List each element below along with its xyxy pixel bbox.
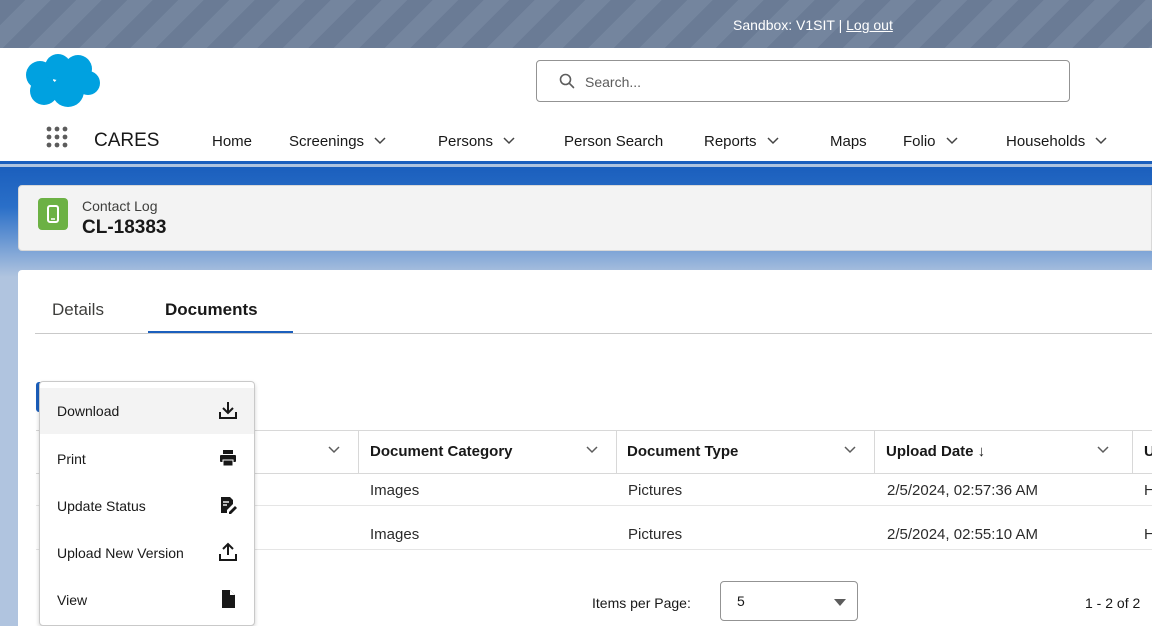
- file-icon: [222, 590, 235, 608]
- page-range: 1 - 2 of 2: [1085, 595, 1141, 611]
- sandbox-bar: Sandbox: V1SIT | Log out: [0, 0, 1152, 48]
- column-header-document-type[interactable]: Document Type: [616, 431, 874, 473]
- upload-icon: [219, 542, 237, 561]
- record-type: Contact Log: [82, 198, 158, 214]
- edit-document-icon: [221, 497, 237, 514]
- sandbox-text: Sandbox: V1SIT | Log out: [733, 17, 893, 33]
- row-actions-menu: Download Print Update Status Upload New …: [39, 381, 255, 626]
- cell-upload-date: 2/5/2024, 02:55:10 AM: [887, 526, 1038, 543]
- chevron-down-icon[interactable]: [503, 137, 515, 145]
- menu-item-label: Update Status: [57, 498, 146, 514]
- cell-upload-date: 2/5/2024, 02:57:36 AM: [887, 482, 1038, 499]
- nav-item-households[interactable]: Households: [1006, 133, 1107, 150]
- tab-divider: [35, 333, 1152, 334]
- chevron-down-icon[interactable]: [844, 446, 856, 454]
- menu-item-label: View: [57, 592, 88, 608]
- global-header: [0, 48, 1152, 118]
- nav-item-maps[interactable]: Maps: [830, 133, 867, 150]
- sandbox-label: Sandbox: V1SIT |: [733, 17, 847, 33]
- column-header-label: U: [1144, 443, 1152, 460]
- column-header-label: Document Category: [370, 443, 513, 460]
- caret-down-icon: [834, 599, 846, 606]
- nav-item-reports[interactable]: Reports: [704, 133, 779, 150]
- nav-item-label: Folio: [903, 133, 936, 150]
- search-icon: [559, 73, 575, 89]
- search-input[interactable]: [585, 71, 1055, 93]
- tab-documents[interactable]: Documents: [165, 300, 258, 320]
- cell-document-category: Images: [370, 526, 420, 543]
- menu-item-update-status[interactable]: Update Status: [40, 483, 254, 529]
- items-per-page-label: Items per Page:: [592, 595, 691, 611]
- column-header-extra[interactable]: U: [1132, 431, 1152, 473]
- cell-document-type: Pictures: [628, 482, 683, 499]
- menu-item-label: Print: [57, 451, 86, 467]
- nav-item-person-search[interactable]: Person Search: [564, 133, 663, 150]
- chevron-down-icon[interactable]: [586, 446, 598, 454]
- cell-extra: H: [1144, 526, 1152, 543]
- nav-item-home[interactable]: Home: [212, 133, 252, 150]
- cell-document-category: Images: [370, 482, 420, 499]
- app-nav-bar: CARES Home Screenings Persons Person Sea…: [0, 118, 1152, 164]
- menu-item-label: Upload New Version: [57, 545, 184, 561]
- nav-item-label: Persons: [438, 133, 494, 150]
- column-header-upload-date[interactable]: Upload Date ↓: [874, 431, 1132, 473]
- global-search[interactable]: [536, 60, 1070, 102]
- nav-item-folio[interactable]: Folio: [903, 133, 958, 150]
- chevron-down-icon[interactable]: [1095, 137, 1107, 145]
- column-header-label: Document Type: [627, 443, 739, 460]
- app-launcher-icon[interactable]: [46, 126, 68, 148]
- nav-item-label: Households: [1006, 133, 1086, 150]
- nav-item-label: Reports: [704, 133, 757, 150]
- cell-document-type: Pictures: [628, 526, 683, 543]
- items-per-page-select[interactable]: 5: [720, 581, 858, 621]
- menu-item-upload-new-version[interactable]: Upload New Version: [40, 530, 254, 576]
- menu-item-label: Download: [57, 403, 120, 419]
- chevron-down-icon[interactable]: [1097, 446, 1109, 454]
- app-name: CARES: [94, 130, 160, 151]
- contact-log-icon: [38, 198, 68, 230]
- record-header: Contact Log CL-18383: [18, 185, 1152, 251]
- menu-item-view[interactable]: View: [40, 577, 254, 623]
- nav-item-label: Screenings: [289, 133, 365, 150]
- download-icon: [219, 402, 237, 419]
- logout-link[interactable]: Log out: [846, 17, 893, 33]
- chevron-down-icon[interactable]: [767, 137, 779, 145]
- salesforce-logo-icon[interactable]: [22, 53, 102, 109]
- column-header-document-category[interactable]: Document Category: [358, 431, 616, 473]
- chevron-down-icon[interactable]: [328, 446, 340, 454]
- nav-item-label: Maps: [830, 133, 867, 150]
- mobile-device-icon: [47, 205, 59, 223]
- items-per-page-value: 5: [737, 593, 745, 609]
- menu-item-print[interactable]: Print: [40, 436, 254, 482]
- nav-item-label: Person Search: [564, 133, 664, 150]
- nav-item-label: Home: [212, 133, 253, 150]
- nav-item-persons[interactable]: Persons: [438, 133, 515, 150]
- menu-item-download[interactable]: Download: [40, 388, 254, 434]
- chevron-down-icon[interactable]: [374, 137, 386, 145]
- column-header-label: Upload Date ↓: [886, 443, 986, 460]
- record-name: CL-18383: [82, 217, 167, 238]
- cell-extra: H: [1144, 482, 1152, 499]
- chevron-down-icon[interactable]: [945, 137, 958, 145]
- tab-details[interactable]: Details: [52, 300, 104, 320]
- print-icon: [220, 450, 236, 467]
- nav-item-screenings[interactable]: Screenings: [289, 133, 386, 150]
